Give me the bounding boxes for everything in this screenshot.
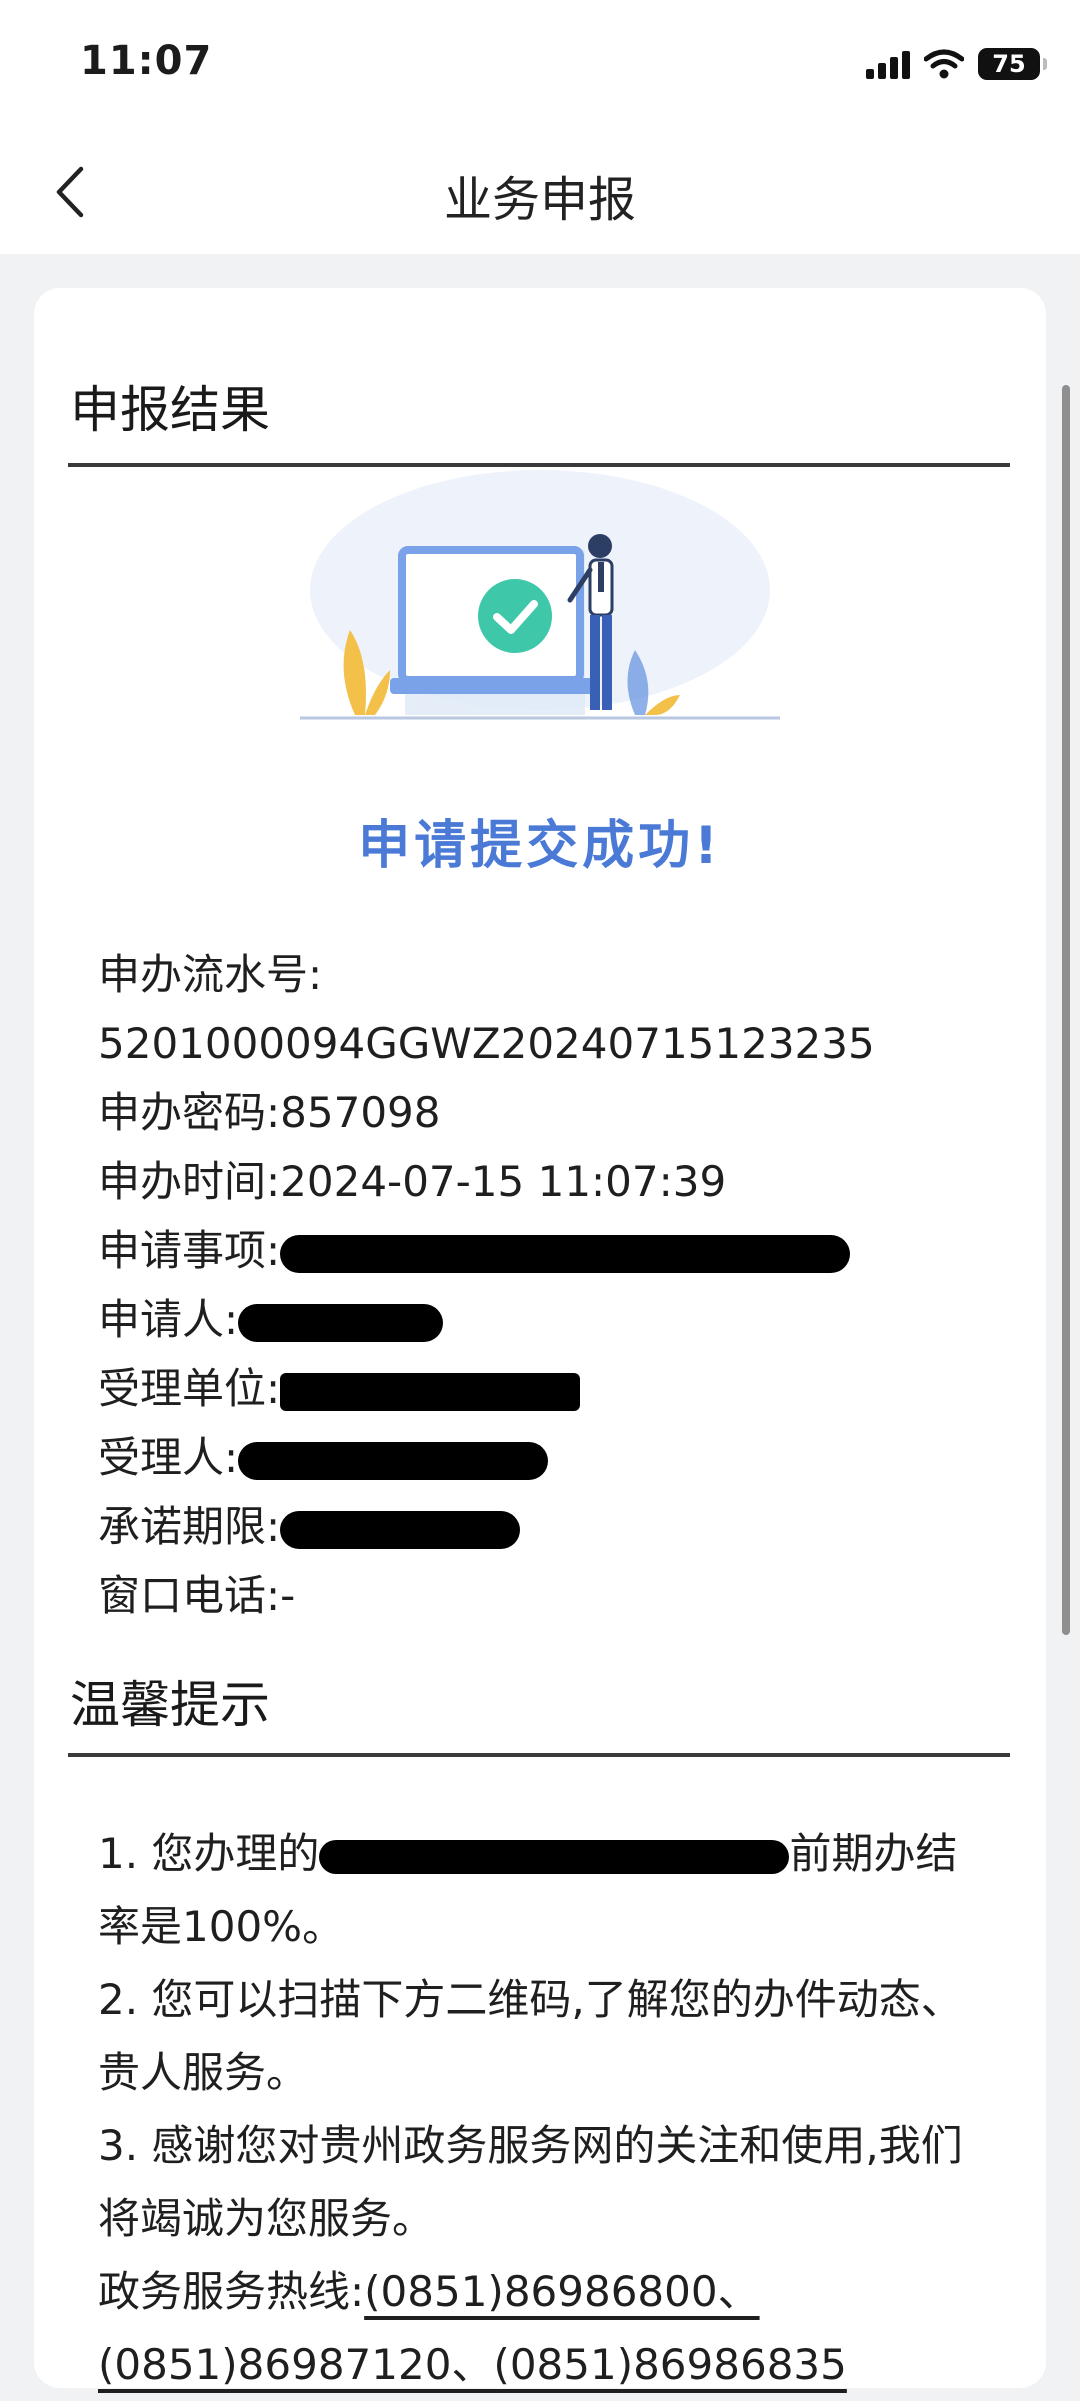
deadline-label: 承诺期限: <box>98 1502 281 1551</box>
success-check-icon <box>478 579 552 653</box>
password-value: 857098 <box>280 1088 441 1137</box>
redaction-mark <box>280 1372 581 1411</box>
deadline-row: 承诺期限: <box>98 1492 875 1561</box>
phone-value: - <box>280 1571 296 1620</box>
unit-label: 受理单位: <box>98 1364 281 1413</box>
applicant-row: 申请人: <box>98 1285 875 1354</box>
wifi-icon <box>924 49 964 79</box>
tips-section-title: 温馨提示 <box>70 1676 270 1734</box>
nav-bar: 业务申报 <box>0 130 1080 254</box>
item-row: 申请事项: <box>98 1216 875 1285</box>
signal-icon <box>866 49 910 79</box>
application-info: 申办流水号: 5201000094GGWZ20240715123235 申办密码… <box>98 940 875 1630</box>
redaction-mark <box>280 1510 521 1549</box>
tip-1-prefix: 1. 您办理的 <box>98 1829 320 1878</box>
redaction-mark <box>238 1303 444 1342</box>
serial-label: 申办流水号: <box>98 950 323 999</box>
tip-1: 1. 您办理的 前期办结率是100%。 <box>98 1817 998 1963</box>
success-illustration <box>300 470 780 720</box>
redaction-mark <box>280 1234 851 1273</box>
section-divider <box>68 463 1010 467</box>
hotline: 政务服务热线:(0851)86986800、(0851)86987120、(08… <box>98 2255 998 2401</box>
handler-row: 受理人: <box>98 1423 875 1492</box>
result-section-title: 申报结果 <box>70 381 270 439</box>
handler-label: 受理人: <box>98 1433 239 1482</box>
scrollbar[interactable] <box>1062 385 1070 1635</box>
page-title: 业务申报 <box>443 172 636 228</box>
status-bar: 11:07 75 <box>0 0 1080 130</box>
phone-label: 窗口电话: <box>98 1571 281 1620</box>
tip-2: 2. 您可以扫描下方二维码,了解您的办件动态、贵人服务。 <box>98 1975 963 2097</box>
status-time: 11:07 <box>80 38 213 84</box>
time-value: 2024-07-15 11:07:39 <box>280 1157 727 1206</box>
tips-list: 1. 您办理的 前期办结率是100%。 2. 您可以扫描下方二维码,了解您的办件动… <box>98 1817 998 2401</box>
section-divider <box>68 1753 1010 1757</box>
phone-row: 窗口电话:- <box>98 1561 875 1630</box>
battery-icon: 75 <box>978 48 1047 80</box>
password-label: 申办密码: <box>98 1088 281 1137</box>
tip-3: 3. 感谢您对贵州政务服务网的关注和使用,我们将竭诚为您服务。 <box>98 2121 963 2243</box>
status-icons: 75 <box>866 44 1047 84</box>
redaction-mark <box>319 1839 790 1874</box>
time-label: 申办时间: <box>98 1157 281 1206</box>
serial-value: 5201000094GGWZ20240715123235 <box>98 1019 875 1068</box>
time-row: 申办时间:2024-07-15 11:07:39 <box>98 1147 875 1216</box>
applicant-label: 申请人: <box>98 1295 239 1344</box>
hotline-label: 政务服务热线: <box>98 2267 365 2316</box>
success-message: 申请提交成功! <box>358 816 722 876</box>
unit-row: 受理单位: <box>98 1354 875 1423</box>
redaction-mark <box>238 1441 549 1480</box>
password-row: 申办密码:857098 <box>98 1078 875 1147</box>
item-label: 申请事项: <box>98 1226 281 1275</box>
